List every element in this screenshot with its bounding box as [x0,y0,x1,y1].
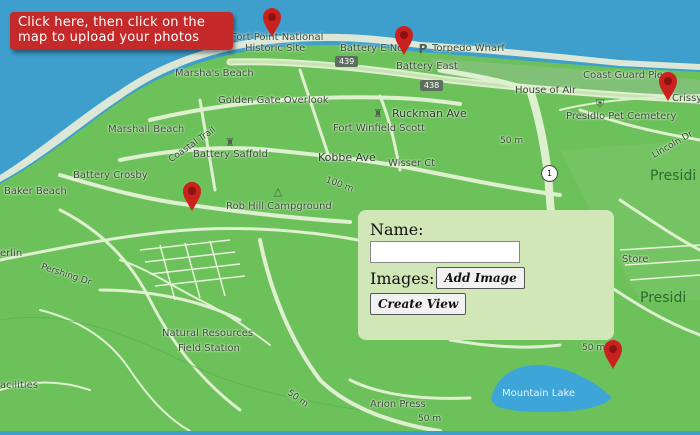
map-marker-icon[interactable] [180,180,204,212]
add-image-button[interactable]: Add Image [436,267,525,289]
cemetery-icon: ⛨ [595,97,605,110]
label-rob-hill-campground: Rob Hill Campground [226,201,332,212]
parking-icon: P [418,42,428,56]
label-house-of-air: House of Air [515,85,577,96]
label-field-station: Field Station [178,343,240,354]
label-erlin: erlin [0,248,23,259]
highway-shield-439: 439 [335,56,359,67]
label-mountain-lake: Mountain Lake [502,388,576,399]
label-coast-guard-pier: Coast Guard Pier [583,70,668,81]
create-view-form: Name: Images: Add Image Create View [358,210,614,340]
label-natural-resources: Natural Resources [162,328,254,339]
label-torpedo-wharf: Torpedo Wharf [432,43,505,54]
fort-icon: ♜ [225,136,235,149]
label-battery-saffold: Battery Saffold [193,149,268,160]
label-kobbe-ave: Kobbe Ave [318,151,376,164]
label-presidio-pet-cemetery: Presidio Pet Cemetery [566,111,677,122]
name-input[interactable] [370,241,520,263]
upload-instructions-banner[interactable]: Click here, then click on the map to upl… [10,12,233,50]
images-label: Images: [370,268,435,288]
label-store: Store [622,254,649,265]
banner-line-1: Click here, then click on the [18,15,206,30]
banner-line-2: map to upload your photos [18,30,200,45]
create-view-button[interactable]: Create View [370,293,467,315]
label-wisser-ct: Wisser Ct [388,158,436,169]
map-marker-icon[interactable] [601,338,625,370]
label-50m-d: 50 m [418,414,442,424]
map-marker-icon[interactable] [260,6,284,38]
highway-shield-438: 438 [420,80,444,91]
label-fort-winfield-scott: Fort Winfield Scott [333,123,426,134]
route-shield-1: 1 [541,165,558,182]
label-acilities: acilities [0,380,39,391]
label-ruckman-ave: Ruckman Ave [392,107,467,120]
label-historic-site: Historic Site [245,43,306,54]
label-marshall-beach: Marshall Beach [108,124,185,135]
map-marker-icon[interactable] [392,24,416,56]
campground-icon: △ [273,185,283,198]
label-50m-a: 50 m [500,136,524,146]
label-golden-gate-overlook: Golden Gate Overlook [218,95,329,106]
name-label: Name: [370,220,424,239]
label-presidio-1: Presidi [650,168,697,184]
fort-icon: ♜ [373,107,383,120]
label-arion-press: Arion Press [370,399,426,410]
map-marker-icon[interactable] [656,70,680,102]
label-battery-crosby: Battery Crosby [73,170,148,181]
label-baker-beach: Baker Beach [4,186,67,197]
label-marshas-beach: Marsha's Beach [175,68,254,79]
label-battery-east: Battery East [396,61,458,72]
label-presidio-2: Presidi [640,290,687,306]
